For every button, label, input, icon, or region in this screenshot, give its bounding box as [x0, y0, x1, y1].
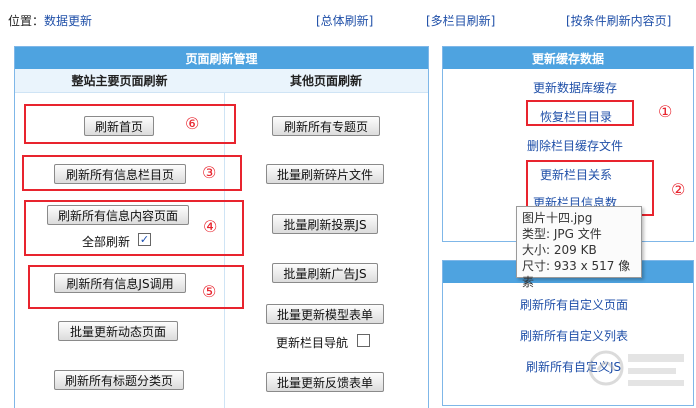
refresh-topics-button[interactable]: 刷新所有专题页 — [272, 116, 380, 136]
condition-refresh-link[interactable]: [按条件刷新内容页] — [566, 12, 671, 29]
update-feedback-form-button[interactable]: 批量更新反馈表单 — [266, 372, 384, 392]
cache-update-panel-title: 更新缓存数据 — [443, 47, 693, 69]
annotation-number-2: ② — [671, 180, 686, 199]
refresh-title-class-button[interactable]: 刷新所有标题分类页 — [54, 370, 184, 390]
update-dynamic-pages-button[interactable]: 批量更新动态页面 — [58, 321, 178, 341]
update-db-cache-link[interactable]: 更新数据库缓存 — [533, 79, 617, 96]
annotation-number-3: ③ — [202, 163, 217, 182]
annotation-number-4: ④ — [203, 217, 218, 236]
refresh-fragments-button[interactable]: 批量刷新碎片文件 — [266, 164, 384, 184]
refresh-custom-pages-link[interactable]: 刷新所有自定义页面 — [520, 296, 628, 313]
update-class-nav-checkbox[interactable] — [357, 334, 370, 347]
multi-class-refresh-link[interactable]: [多栏目刷新] — [426, 12, 495, 29]
tooltip-file-size: 大小: 209 KB — [522, 243, 597, 257]
refresh-vote-js-button[interactable]: 批量刷新投票JS — [272, 214, 378, 234]
annotation-number-1: ① — [658, 102, 673, 121]
update-model-form-button[interactable]: 批量更新模型表单 — [266, 304, 384, 324]
annotation-box-1 — [526, 100, 634, 126]
location-value[interactable]: 数据更新 — [44, 12, 92, 29]
file-info-tooltip: 图片十四.jpg 类型: JPG 文件 大小: 209 KB 尺寸: 933 x… — [516, 206, 642, 289]
delete-class-cache-link[interactable]: 删除栏目缓存文件 — [527, 137, 623, 154]
other-pages-column-title: 其他页面刷新 — [224, 69, 428, 93]
watermark-logo-icon — [588, 350, 684, 386]
page-refresh-panel-title: 页面刷新管理 — [15, 47, 428, 69]
refresh-ad-js-button[interactable]: 批量刷新广告JS — [272, 263, 378, 283]
update-class-nav-label: 更新栏目导航 — [276, 336, 349, 350]
tooltip-file-type: 类型: JPG 文件 — [522, 227, 602, 241]
main-pages-column-title: 整站主要页面刷新 — [15, 69, 224, 93]
annotation-number-6: ⑥ — [185, 114, 200, 133]
tooltip-file-dimensions: 尺寸: 933 x 517 像素 — [522, 259, 631, 289]
tooltip-file-name: 图片十四.jpg — [522, 211, 593, 225]
annotation-box-6 — [24, 104, 236, 144]
annotation-number-5: ⑤ — [202, 282, 217, 301]
location-label: 位置： — [8, 14, 45, 28]
total-refresh-link[interactable]: [总体刷新] — [316, 12, 373, 29]
